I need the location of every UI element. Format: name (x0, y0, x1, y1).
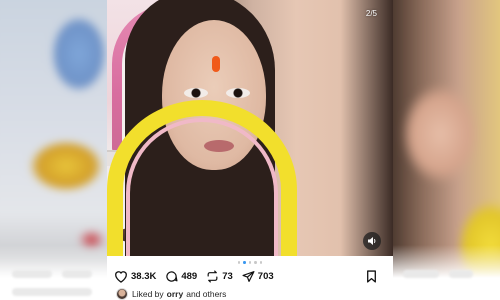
heart-icon (115, 270, 127, 283)
carousel-dot-active (243, 261, 246, 264)
like-button[interactable]: 38.3K (114, 270, 156, 283)
avatar[interactable] (116, 288, 128, 300)
speaker-icon (368, 237, 376, 245)
liked-by-suffix[interactable]: and others (186, 289, 226, 299)
comment-count: 489 (181, 270, 198, 282)
repost-icon (207, 269, 218, 283)
carousel-dot (238, 261, 241, 264)
liked-by-line: Liked by orry and others (116, 288, 226, 300)
liked-by-username[interactable]: orry (167, 289, 184, 299)
carousel-indicator (238, 261, 263, 265)
comment-button[interactable]: 489 (165, 270, 197, 283)
carousel-dot (254, 261, 257, 264)
sound-toggle-button[interactable] (363, 232, 381, 250)
next-post-preview[interactable] (393, 0, 500, 300)
repost-button[interactable]: 73 (206, 269, 233, 283)
share-button[interactable]: 703 (242, 270, 274, 283)
post-actions: 38.3K 489 73 703 (114, 269, 386, 283)
post-image[interactable]: 2/5 (107, 0, 393, 256)
slide-counter: 2/5 (365, 9, 377, 18)
comment-icon (166, 270, 178, 282)
repost-count: 73 (222, 270, 233, 282)
previous-post-preview[interactable] (0, 0, 107, 300)
send-icon (242, 270, 255, 282)
like-count: 38.3K (131, 270, 157, 282)
share-count: 703 (257, 270, 274, 282)
save-button[interactable] (366, 269, 377, 283)
bookmark-icon (367, 269, 376, 283)
carousel-dot (259, 261, 263, 264)
liked-by-prefix: Liked by (132, 289, 164, 299)
carousel-dot (248, 261, 252, 264)
